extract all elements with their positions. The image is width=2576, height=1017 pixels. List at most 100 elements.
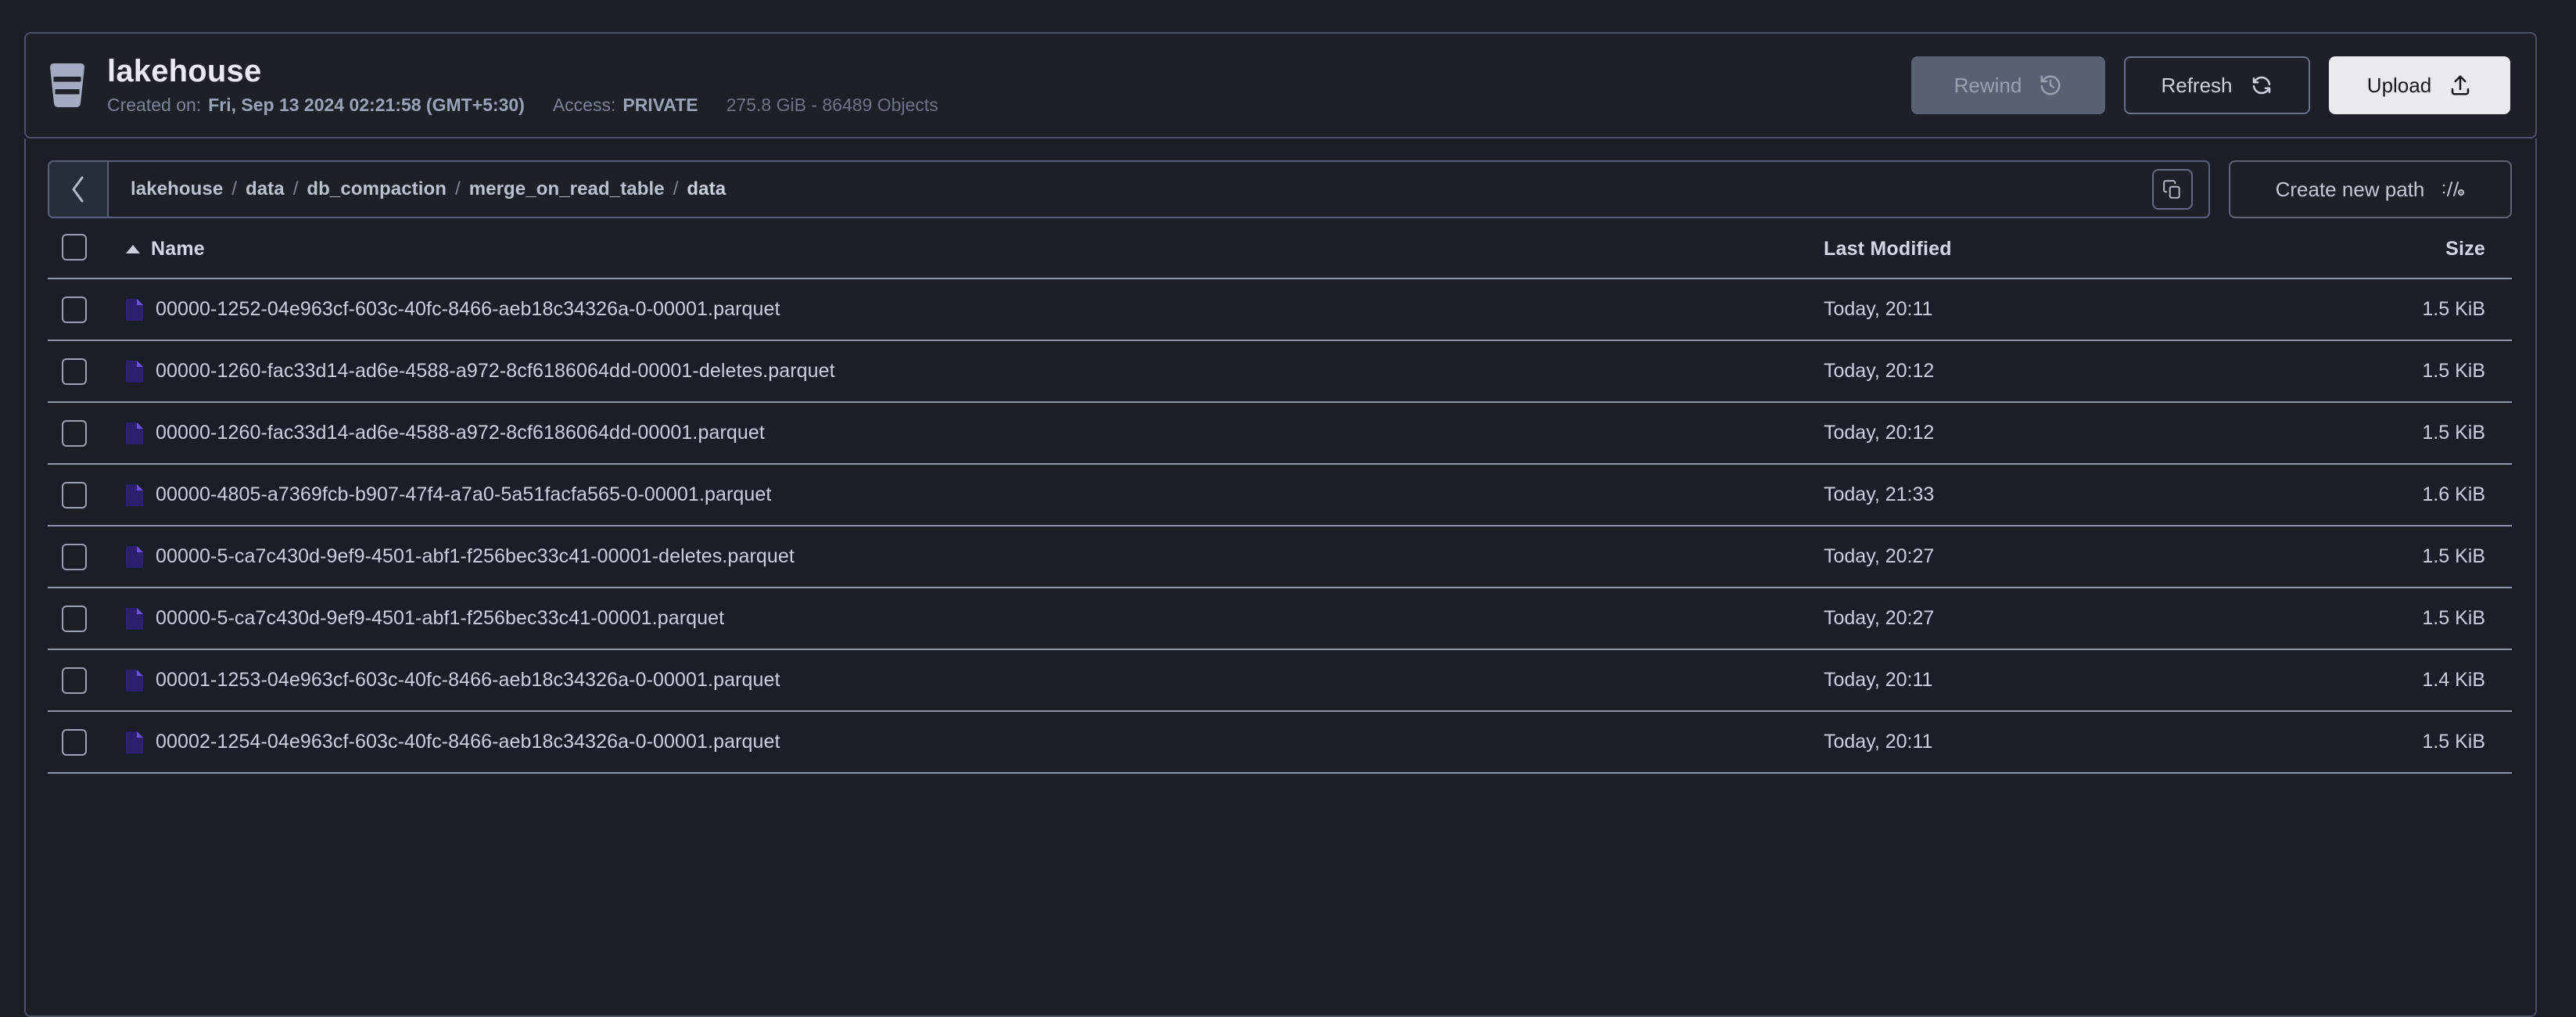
row-checkbox[interactable]	[62, 358, 87, 385]
created-on-label: Created on:	[107, 95, 202, 116]
row-checkbox[interactable]	[62, 296, 87, 323]
row-checkbox[interactable]	[62, 543, 87, 570]
breadcrumb-item-1[interactable]: data	[246, 178, 285, 200]
row-size-cell: 1.5 KiB	[2422, 298, 2485, 320]
create-new-path-button[interactable]: Create new path	[2229, 160, 2512, 218]
chevron-left-icon	[72, 176, 84, 203]
row-last-modified-cell: Today, 20:27	[1824, 607, 1935, 629]
copy-path-button[interactable]	[2152, 169, 2193, 210]
row-last-modified-cell: Today, 20:11	[1824, 298, 1933, 320]
breadcrumb-separator-0: /	[231, 178, 237, 199]
row-select-cell	[48, 340, 126, 402]
row-name-cell: 00000-1252-04e963cf-603c-40fc-8466-aeb18…	[126, 279, 1824, 340]
upload-button[interactable]: Upload	[2329, 56, 2510, 114]
row-size-cell: 1.5 KiB	[2422, 607, 2485, 629]
column-header-last-modified-label: Last Modified	[1824, 238, 1952, 260]
row-select-cell	[48, 588, 126, 649]
breadcrumb-separator-3: /	[673, 178, 679, 199]
row-checkbox[interactable]	[62, 728, 87, 756]
row-checkbox[interactable]	[62, 605, 87, 632]
table-row[interactable]: 00000-1260-fac33d14-ad6e-4588-a972-8cf61…	[48, 402, 2512, 464]
row-select-cell	[48, 526, 126, 588]
row-size-cell: 1.5 KiB	[2422, 545, 2485, 567]
object-table-head: Name Last Modified Size	[48, 234, 2512, 279]
header-actions: Rewind Refresh Upload	[1911, 56, 2510, 114]
page-title: lakehouse	[107, 54, 262, 89]
row-select-cell	[48, 402, 126, 464]
row-last-modified-cell: Today, 21:33	[1824, 483, 1935, 505]
back-button[interactable]	[49, 162, 109, 217]
access-label: Access:	[552, 95, 616, 116]
row-last-modified-cell: Today, 20:11	[1824, 669, 1933, 691]
table-row[interactable]: 00000-1252-04e963cf-603c-40fc-8466-aeb18…	[48, 279, 2512, 340]
column-header-name: Name	[126, 234, 1824, 279]
row-checkbox[interactable]	[62, 481, 87, 508]
table-row[interactable]: 00000-5-ca7c430d-9ef9-4501-abf1-f256bec3…	[48, 526, 2512, 588]
parquet-file-icon	[126, 607, 143, 630]
row-last-modified-cell: Today, 20:12	[1824, 360, 1935, 382]
breadcrumb-separator-2: /	[455, 178, 461, 199]
object-browser-page: lakehouse Created on: Fri, Sep 13 2024 0…	[0, 0, 2576, 1017]
parquet-file-icon	[126, 731, 143, 753]
path-slash-icon	[2443, 181, 2465, 196]
column-header-last-modified[interactable]: Last Modified	[1824, 234, 2309, 279]
rewind-button[interactable]: Rewind	[1911, 56, 2105, 114]
path-bar: lakehouse / data / db_compaction / merge…	[48, 160, 2512, 218]
row-select-cell	[48, 279, 126, 340]
row-select-cell	[48, 464, 126, 526]
row-size-cell: 1.5 KiB	[2422, 360, 2485, 382]
table-row[interactable]: 00000-1260-fac33d14-ad6e-4588-a972-8cf61…	[48, 340, 2512, 402]
row-size-cell: 1.6 KiB	[2422, 483, 2485, 505]
parquet-file-icon	[126, 298, 143, 321]
row-name-cell: 00002-1254-04e963cf-603c-40fc-8466-aeb18…	[126, 711, 1824, 773]
created-on-value: Fri, Sep 13 2024 02:21:58 (GMT+5:30)	[208, 95, 525, 116]
row-checkbox[interactable]	[62, 419, 87, 447]
sort-by-name-control[interactable]: Name	[126, 238, 205, 261]
row-name-cell: 00000-1260-fac33d14-ad6e-4588-a972-8cf61…	[126, 402, 1824, 464]
file-name-label[interactable]: 00000-1260-fac33d14-ad6e-4588-a972-8cf61…	[156, 422, 765, 444]
copy-icon	[2163, 180, 2180, 199]
breadcrumb-separator-1: /	[292, 178, 299, 199]
breadcrumb-item-3[interactable]: merge_on_read_table	[469, 178, 665, 200]
file-name-label[interactable]: 00001-1253-04e963cf-603c-40fc-8466-aeb18…	[156, 669, 780, 692]
row-last-modified-cell: Today, 20:11	[1824, 731, 1933, 753]
file-name-label[interactable]: 00000-1260-fac33d14-ad6e-4588-a972-8cf61…	[156, 360, 835, 383]
row-last-modified-cell: Today, 20:27	[1824, 545, 1935, 567]
column-header-name-label: Name	[151, 238, 205, 260]
bucket-stats: 275.8 GiB - 86489 Objects	[726, 95, 938, 116]
row-name-cell: 00000-5-ca7c430d-9ef9-4501-abf1-f256bec3…	[126, 526, 1824, 588]
bucket-text-block: lakehouse Created on: Fri, Sep 13 2024 0…	[107, 53, 938, 117]
bucket-identity: lakehouse Created on: Fri, Sep 13 2024 0…	[46, 53, 1911, 117]
select-all-checkbox[interactable]	[62, 234, 87, 261]
row-size-cell: 1.5 KiB	[2422, 422, 2485, 444]
bucket-icon	[50, 63, 84, 107]
breadcrumb-item-4[interactable]: data	[687, 178, 726, 200]
table-row[interactable]: 00002-1254-04e963cf-603c-40fc-8466-aeb18…	[48, 711, 2512, 773]
parquet-file-icon	[126, 360, 143, 383]
bucket-meta: Created on: Fri, Sep 13 2024 02:21:58 (G…	[107, 94, 938, 117]
object-table: Name Last Modified Size 00000-1252-04e96…	[48, 234, 2512, 774]
file-name-label[interactable]: 00000-1252-04e963cf-603c-40fc-8466-aeb18…	[156, 298, 780, 321]
row-select-cell	[48, 711, 126, 773]
parquet-file-icon	[126, 669, 143, 692]
upload-icon	[2451, 75, 2470, 95]
table-row[interactable]: 00000-4805-a7369fcb-b907-47f4-a7a0-5a51f…	[48, 464, 2512, 526]
column-header-size[interactable]: Size	[2309, 234, 2512, 279]
breadcrumb: lakehouse / data / db_compaction / merge…	[109, 162, 2143, 217]
refresh-button[interactable]: Refresh	[2124, 56, 2310, 114]
breadcrumb-item-2[interactable]: db_compaction	[307, 178, 447, 200]
file-name-label[interactable]: 00000-5-ca7c430d-9ef9-4501-abf1-f256bec3…	[156, 607, 724, 630]
row-select-cell	[48, 649, 126, 711]
table-row[interactable]: 00001-1253-04e963cf-603c-40fc-8466-aeb18…	[48, 649, 2512, 711]
rewind-clock-icon	[2040, 75, 2061, 95]
file-name-label[interactable]: 00000-4805-a7369fcb-b907-47f4-a7a0-5a51f…	[156, 483, 771, 506]
row-checkbox[interactable]	[62, 667, 87, 694]
file-name-label[interactable]: 00000-5-ca7c430d-9ef9-4501-abf1-f256bec3…	[156, 545, 795, 568]
parquet-file-icon	[126, 545, 143, 568]
table-row[interactable]: 00000-5-ca7c430d-9ef9-4501-abf1-f256bec3…	[48, 588, 2512, 649]
file-name-label[interactable]: 00002-1254-04e963cf-603c-40fc-8466-aeb18…	[156, 731, 780, 753]
breadcrumb-item-0[interactable]: lakehouse	[131, 178, 223, 200]
table-header-row: Name Last Modified Size	[48, 234, 2512, 279]
row-name-cell: 00000-1260-fac33d14-ad6e-4588-a972-8cf61…	[126, 340, 1824, 402]
access-value: PRIVATE	[622, 95, 698, 116]
